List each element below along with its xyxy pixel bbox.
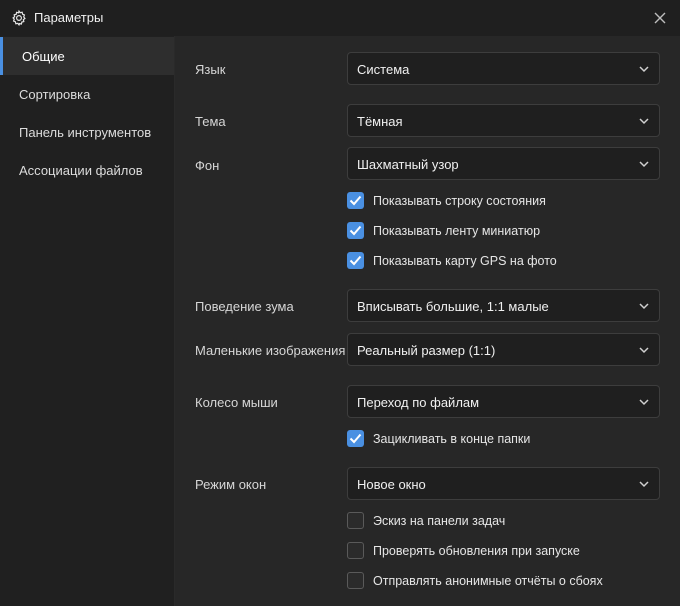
background-select[interactable]: Шахматный узор bbox=[347, 147, 660, 180]
checkmark-icon bbox=[349, 433, 362, 444]
sidebar-item-toolbar[interactable]: Панель инструментов bbox=[0, 113, 174, 151]
gear-icon bbox=[12, 9, 26, 27]
language-value: Система bbox=[357, 62, 410, 77]
sidebar-item-label: Панель инструментов bbox=[19, 125, 152, 140]
theme-label: Тема bbox=[195, 114, 226, 129]
checkbox-box bbox=[347, 252, 364, 269]
checkbox-label: Эскиз на панели задач bbox=[373, 514, 506, 528]
checkbox-box bbox=[347, 222, 364, 239]
checkbox-label: Отправлять анонимные отчёты о сбоях bbox=[373, 574, 603, 588]
checkbox-box bbox=[347, 572, 364, 589]
checkbox-box bbox=[347, 512, 364, 529]
settings-panel: Язык Система Тема Тёмная Фон Шахматный у… bbox=[175, 36, 680, 606]
zoom-behavior-select[interactable]: Вписывать большие, 1:1 малые bbox=[347, 289, 660, 322]
chevron-down-icon bbox=[639, 161, 649, 168]
checkbox-label: Зацикливать в конце папки bbox=[373, 432, 531, 446]
checkbox-label: Проверять обновления при запуске bbox=[373, 544, 580, 558]
zoom-behavior-value: Вписывать большие, 1:1 малые bbox=[357, 299, 549, 314]
sidebar-item-label: Общие bbox=[22, 49, 65, 64]
small-images-select[interactable]: Реальный размер (1:1) bbox=[347, 333, 660, 366]
active-indicator bbox=[0, 37, 3, 75]
window-mode-label: Режим окон bbox=[195, 477, 267, 492]
mouse-wheel-label: Колесо мыши bbox=[195, 395, 278, 410]
title-bar: Параметры bbox=[0, 0, 680, 36]
window-title: Параметры bbox=[34, 10, 104, 25]
sidebar-item-file-associations[interactable]: Ассоциации файлов bbox=[0, 151, 174, 189]
chevron-down-icon bbox=[639, 66, 649, 73]
checkmark-icon bbox=[349, 225, 362, 236]
chevron-down-icon bbox=[639, 303, 649, 310]
mouse-wheel-value: Переход по файлам bbox=[357, 395, 480, 410]
theme-select[interactable]: Тёмная bbox=[347, 104, 660, 137]
language-label: Язык bbox=[195, 62, 226, 77]
small-images-label: Маленькие изображения bbox=[195, 343, 346, 358]
close-icon[interactable] bbox=[650, 8, 670, 28]
chevron-down-icon bbox=[639, 399, 649, 406]
chevron-down-icon bbox=[639, 118, 649, 125]
sidebar-item-label: Сортировка bbox=[19, 87, 91, 102]
window-mode-value: Новое окно bbox=[357, 477, 426, 492]
checkbox-box bbox=[347, 542, 364, 559]
window-mode-select[interactable]: Новое окно bbox=[347, 467, 660, 500]
background-value: Шахматный узор bbox=[357, 157, 459, 172]
checkmark-icon bbox=[349, 255, 362, 266]
checkbox-box bbox=[347, 192, 364, 209]
checkbox-label: Показывать строку состояния bbox=[373, 194, 546, 208]
sidebar-item-sorting[interactable]: Сортировка bbox=[0, 75, 174, 113]
mouse-wheel-select[interactable]: Переход по файлам bbox=[347, 385, 660, 418]
small-images-value: Реальный размер (1:1) bbox=[357, 343, 496, 358]
checkbox-label: Показывать карту GPS на фото bbox=[373, 254, 557, 268]
checkbox-label: Показывать ленту миниатюр bbox=[373, 224, 541, 238]
chevron-down-icon bbox=[639, 347, 649, 354]
checkmark-icon bbox=[349, 195, 362, 206]
language-select[interactable]: Система bbox=[347, 52, 660, 85]
sidebar-item-general[interactable]: Общие bbox=[0, 37, 174, 75]
checkbox-box bbox=[347, 430, 364, 447]
sidebar-item-label: Ассоциации файлов bbox=[19, 163, 143, 178]
background-label: Фон bbox=[195, 158, 220, 173]
sidebar: Общие Сортировка Панель инструментов Асс… bbox=[0, 36, 175, 606]
chevron-down-icon bbox=[639, 481, 649, 488]
zoom-behavior-label: Поведение зума bbox=[195, 299, 294, 314]
theme-value: Тёмная bbox=[357, 114, 403, 129]
